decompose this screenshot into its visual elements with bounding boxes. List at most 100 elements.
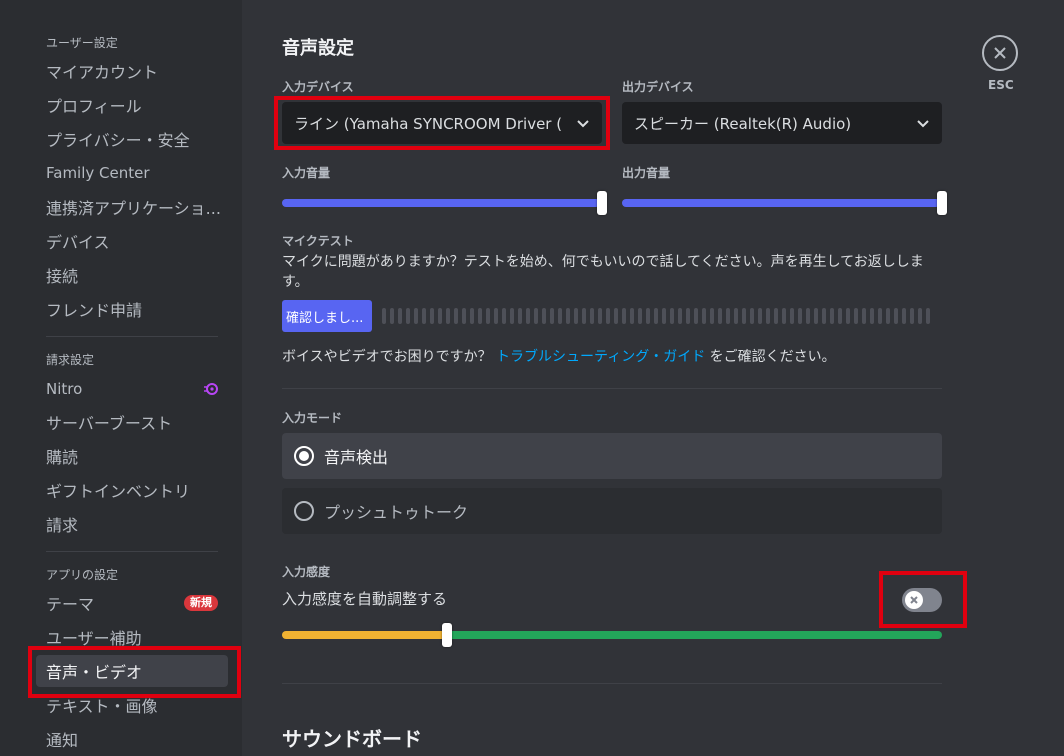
meter-bar [478, 308, 482, 324]
meter-bar [886, 308, 890, 324]
output-device-label: 出力デバイス [622, 80, 694, 94]
meter-bar [622, 308, 626, 324]
sidebar-item-friend-requests[interactable]: フレンド申請 [36, 293, 228, 325]
sidebar-item-label: 連携済アプリケーショ... [46, 199, 221, 218]
sidebar-item-appearance[interactable]: テーマ 新規 [36, 587, 228, 619]
sidebar-item-nitro[interactable]: Nitro [36, 373, 228, 405]
sidebar-item-gift-inventory[interactable]: ギフトインベントリ [36, 474, 228, 506]
sidebar-item-my-account[interactable]: マイアカウント [36, 55, 228, 87]
input-volume-track[interactable] [282, 199, 600, 207]
sidebar-item-accessibility[interactable]: ユーザー補助 [36, 621, 228, 653]
input-sensitivity-label: 入力感度 [282, 565, 331, 579]
close-icon [994, 47, 1006, 59]
meter-bar [782, 308, 786, 324]
sidebar-item-label: サーバーブースト [46, 414, 173, 433]
output-volume-knob[interactable] [937, 191, 947, 215]
radio-selected-icon [294, 446, 314, 466]
meter-bar [574, 308, 578, 324]
sidebar-item-voice-video[interactable]: 音声・ビデオ [36, 655, 228, 687]
meter-bar [918, 308, 922, 324]
meter-bar [438, 308, 442, 324]
close-button[interactable] [982, 35, 1018, 71]
meter-bar [526, 308, 530, 324]
meter-bar [486, 308, 490, 324]
meter-bar [654, 308, 658, 324]
output-device-select[interactable]: スピーカー (Realtek(R) Audio) [622, 102, 942, 144]
push-to-talk-label: プッシュトゥトーク [324, 503, 469, 522]
sensitivity-high-track[interactable] [447, 631, 942, 639]
output-volume-label: 出力音量 [622, 166, 671, 180]
chevron-down-icon [917, 120, 929, 128]
meter-bar [542, 308, 546, 324]
input-mode-label: 入力モード [282, 411, 343, 425]
sidebar-item-text-images[interactable]: テキスト・画像 [36, 689, 228, 721]
radio-unselected-icon [294, 501, 314, 521]
sensitivity-knob[interactable] [442, 623, 452, 647]
billing-settings-header: 請求設定 [46, 353, 95, 367]
meter-bar [534, 308, 538, 324]
sidebar-item-label: テキスト・画像 [46, 697, 158, 716]
meter-bar [694, 308, 698, 324]
meter-bar [398, 308, 402, 324]
mic-test-label: マイクテスト [282, 234, 354, 248]
sidebar-item-label: Family Center [46, 164, 150, 182]
meter-bar [846, 308, 850, 324]
output-volume-track[interactable] [622, 199, 940, 207]
sidebar-item-family-center[interactable]: Family Center [36, 157, 228, 189]
sensitivity-low-track[interactable] [282, 631, 447, 639]
sidebar-item-label: フレンド申請 [46, 301, 143, 320]
voice-settings-content: 音声設定 入力デバイス ライン (Yamaha SYNCROOM Driver … [242, 0, 1064, 756]
meter-bar [830, 308, 834, 324]
meter-bar [582, 308, 586, 324]
sidebar-item-notifications[interactable]: 通知 [36, 723, 228, 755]
meter-bar [854, 308, 858, 324]
meter-bar [462, 308, 466, 324]
sidebar-item-server-boost[interactable]: サーバーブースト [36, 406, 228, 438]
meter-bar [894, 308, 898, 324]
input-volume-knob[interactable] [597, 191, 607, 215]
meter-bar [406, 308, 410, 324]
sidebar-item-privacy-safety[interactable]: プライバシー・安全 [36, 123, 228, 155]
sidebar-item-label: プロフィール [46, 97, 142, 116]
meter-bar [614, 308, 618, 324]
meter-bar [518, 308, 522, 324]
sidebar-item-label: ユーザー補助 [46, 629, 142, 648]
meter-bar [638, 308, 642, 324]
sidebar-item-label: ギフトインベントリ [46, 482, 191, 501]
meter-bar [822, 308, 826, 324]
input-device-select[interactable]: ライン (Yamaha SYNCROOM Driver (WD [282, 102, 602, 144]
sidebar-item-subscriptions[interactable]: 購読 [36, 440, 228, 472]
sidebar-item-authorized-apps[interactable]: 連携済アプリケーショ... [36, 191, 228, 223]
help-text: ボイスやビデオでお困りですか？ トラブルシューティング・ガイド をご確認ください… [282, 347, 836, 367]
sidebar-item-connections[interactable]: 接続 [36, 259, 228, 291]
meter-bar [422, 308, 426, 324]
auto-sensitivity-toggle[interactable] [902, 588, 942, 612]
section-divider [282, 683, 942, 684]
meter-bar [878, 308, 882, 324]
sidebar-divider [46, 551, 218, 552]
sidebar-item-profile[interactable]: プロフィール [36, 89, 228, 121]
toggle-knob [905, 591, 923, 609]
push-to-talk-option[interactable]: プッシュトゥトーク [282, 488, 942, 534]
meter-bar [446, 308, 450, 324]
meter-bar [510, 308, 514, 324]
sidebar-item-label: デバイス [46, 233, 110, 252]
auto-sensitivity-label: 入力感度を自動調整する [282, 590, 448, 608]
mic-test-button[interactable]: 確認しまし... [282, 300, 372, 332]
mic-level-meter [382, 308, 930, 324]
help-prefix: ボイスやビデオでお困りですか？ [282, 349, 492, 365]
meter-bar [630, 308, 634, 324]
meter-bar [710, 308, 714, 324]
troubleshooting-guide-link[interactable]: トラブルシューティング・ガイド [496, 349, 705, 365]
meter-bar [862, 308, 866, 324]
sidebar-item-devices[interactable]: デバイス [36, 225, 228, 257]
meter-bar [494, 308, 498, 324]
soundboard-title: サウンドボード [282, 727, 422, 751]
output-device-value: スピーカー (Realtek(R) Audio) [634, 114, 852, 133]
sidebar-item-billing[interactable]: 請求 [36, 508, 228, 540]
meter-bar [686, 308, 690, 324]
voice-activity-option[interactable]: 音声検出 [282, 433, 942, 479]
meter-bar [662, 308, 666, 324]
input-device-value: ライン (Yamaha SYNCROOM Driver (WD [294, 114, 562, 133]
meter-bar [814, 308, 818, 324]
